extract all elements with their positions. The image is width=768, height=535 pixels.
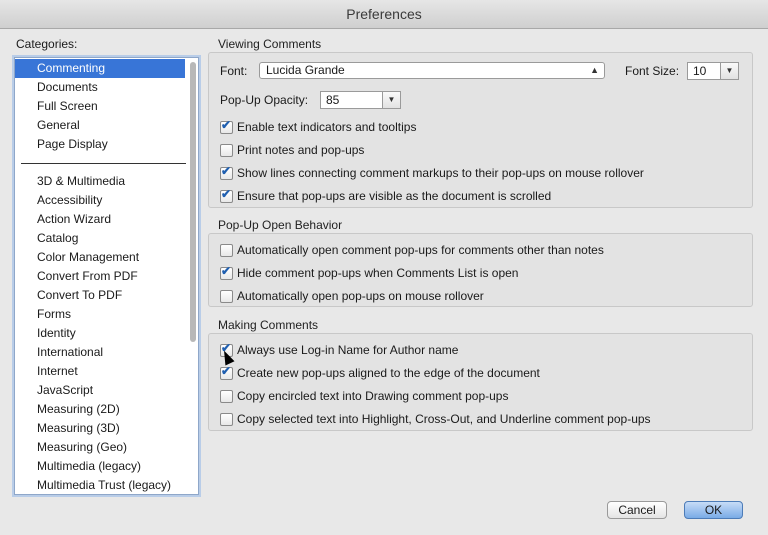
checkbox-label: Print notes and pop-ups — [237, 143, 365, 157]
category-item[interactable]: Convert From PDF — [15, 267, 185, 286]
opacity-combo[interactable]: 85 ▼ — [320, 91, 401, 109]
category-item[interactable]: Accessibility — [15, 191, 185, 210]
category-item[interactable]: Page Display — [15, 135, 185, 154]
checkbox-row[interactable]: Copy encircled text into Drawing comment… — [220, 389, 740, 405]
checkbox-label: Enable text indicators and tooltips — [237, 120, 417, 134]
category-item[interactable]: Multimedia Trust (legacy) — [15, 476, 185, 494]
category-item[interactable]: Measuring (2D) — [15, 400, 185, 419]
checkbox-row[interactable]: Enable text indicators and tooltips — [220, 118, 740, 136]
checkbox-row[interactable]: Always use Log-in Name for Author name — [220, 341, 740, 359]
category-item[interactable]: 3D & Multimedia — [15, 172, 185, 191]
category-item[interactable]: International — [15, 343, 185, 362]
font-label: Font: — [220, 64, 248, 78]
checkbox[interactable] — [220, 244, 233, 257]
preferences-window: Preferences Categories: Commenting Docume… — [0, 0, 768, 535]
checkbox-label: Always use Log-in Name for Author name — [237, 343, 459, 357]
category-item[interactable]: JavaScript — [15, 381, 185, 400]
checkbox-row[interactable]: Create new pop-ups aligned to the edge o… — [220, 364, 740, 382]
category-item[interactable]: Catalog — [15, 229, 185, 248]
opacity-label: Pop-Up Opacity: — [220, 93, 309, 107]
checkbox[interactable] — [220, 290, 233, 303]
checkbox-row[interactable]: Copy selected text into Highlight, Cross… — [220, 412, 740, 428]
font-size-combo[interactable]: 10 ▼ — [687, 62, 739, 80]
checkbox[interactable] — [220, 264, 233, 280]
categories-list[interactable]: Commenting Documents Full Screen General Pag… — [14, 57, 199, 495]
checkbox-label: Automatically open pop-ups on mouse roll… — [237, 289, 484, 303]
category-separator — [21, 163, 186, 164]
checkbox-label: Hide comment pop-ups when Comments List … — [237, 266, 519, 280]
font-select[interactable]: Lucida Grande ▲ — [259, 62, 605, 79]
checkbox-label: Create new pop-ups aligned to the edge o… — [237, 366, 540, 380]
checkbox-row[interactable]: Hide comment pop-ups when Comments List … — [220, 264, 740, 282]
font-select-value: Lucida Grande — [266, 63, 345, 77]
chevron-down-icon[interactable]: ▼ — [720, 63, 738, 79]
category-item[interactable]: Forms — [15, 305, 185, 324]
font-size-label: Font Size: — [625, 64, 680, 78]
category-item[interactable]: General — [15, 116, 185, 135]
category-item[interactable]: Identity — [15, 324, 185, 343]
checkbox[interactable] — [220, 118, 233, 134]
title-bar: Preferences — [0, 0, 768, 29]
cancel-button[interactable]: Cancel — [607, 501, 667, 519]
viewing-comments-title: Viewing Comments — [218, 37, 322, 51]
category-item[interactable]: Commenting — [15, 59, 185, 78]
checkbox[interactable] — [220, 164, 233, 180]
ok-button[interactable]: OK — [684, 501, 743, 519]
category-item[interactable]: Measuring (Geo) — [15, 438, 185, 457]
category-item[interactable]: Documents — [15, 78, 185, 97]
category-item[interactable]: Convert To PDF — [15, 286, 185, 305]
checkbox-label: Automatically open comment pop-ups for c… — [237, 243, 604, 257]
making-comments-title: Making Comments — [218, 318, 319, 332]
chevron-down-icon[interactable]: ▼ — [382, 92, 400, 108]
categories-label: Categories: — [16, 37, 78, 51]
category-item[interactable]: Multimedia (legacy) — [15, 457, 185, 476]
checkbox[interactable] — [220, 364, 233, 380]
category-item[interactable]: Color Management — [15, 248, 185, 267]
font-size-value: 10 — [693, 64, 707, 78]
categories-scrollbar[interactable] — [190, 62, 196, 342]
checkbox-row[interactable]: Print notes and pop-ups — [220, 143, 740, 159]
category-item[interactable]: Internet — [15, 362, 185, 381]
checkbox-label: Ensure that pop-ups are visible as the d… — [237, 189, 552, 203]
checkbox[interactable] — [220, 144, 233, 157]
checkbox-label: Copy selected text into Highlight, Cross… — [237, 412, 651, 426]
checkbox-row[interactable]: Ensure that pop-ups are visible as the d… — [220, 187, 740, 205]
checkbox[interactable] — [220, 413, 233, 426]
category-item[interactable]: Full Screen — [15, 97, 185, 116]
checkbox-label: Copy encircled text into Drawing comment… — [237, 389, 509, 403]
updown-arrows-icon: ▲ — [590, 65, 599, 75]
popup-behavior-title: Pop-Up Open Behavior — [218, 218, 343, 232]
checkbox-label: Show lines connecting comment markups to… — [237, 166, 644, 180]
checkbox[interactable] — [220, 187, 233, 203]
category-item[interactable]: Measuring (3D) — [15, 419, 185, 438]
window-title: Preferences — [346, 6, 422, 22]
checkbox-row[interactable]: Automatically open comment pop-ups for c… — [220, 243, 740, 259]
opacity-value: 85 — [326, 93, 340, 107]
checkbox[interactable] — [220, 390, 233, 403]
checkbox-row[interactable]: Automatically open pop-ups on mouse roll… — [220, 289, 740, 305]
checkbox-row[interactable]: Show lines connecting comment markups to… — [220, 164, 740, 182]
category-item[interactable]: Action Wizard — [15, 210, 185, 229]
